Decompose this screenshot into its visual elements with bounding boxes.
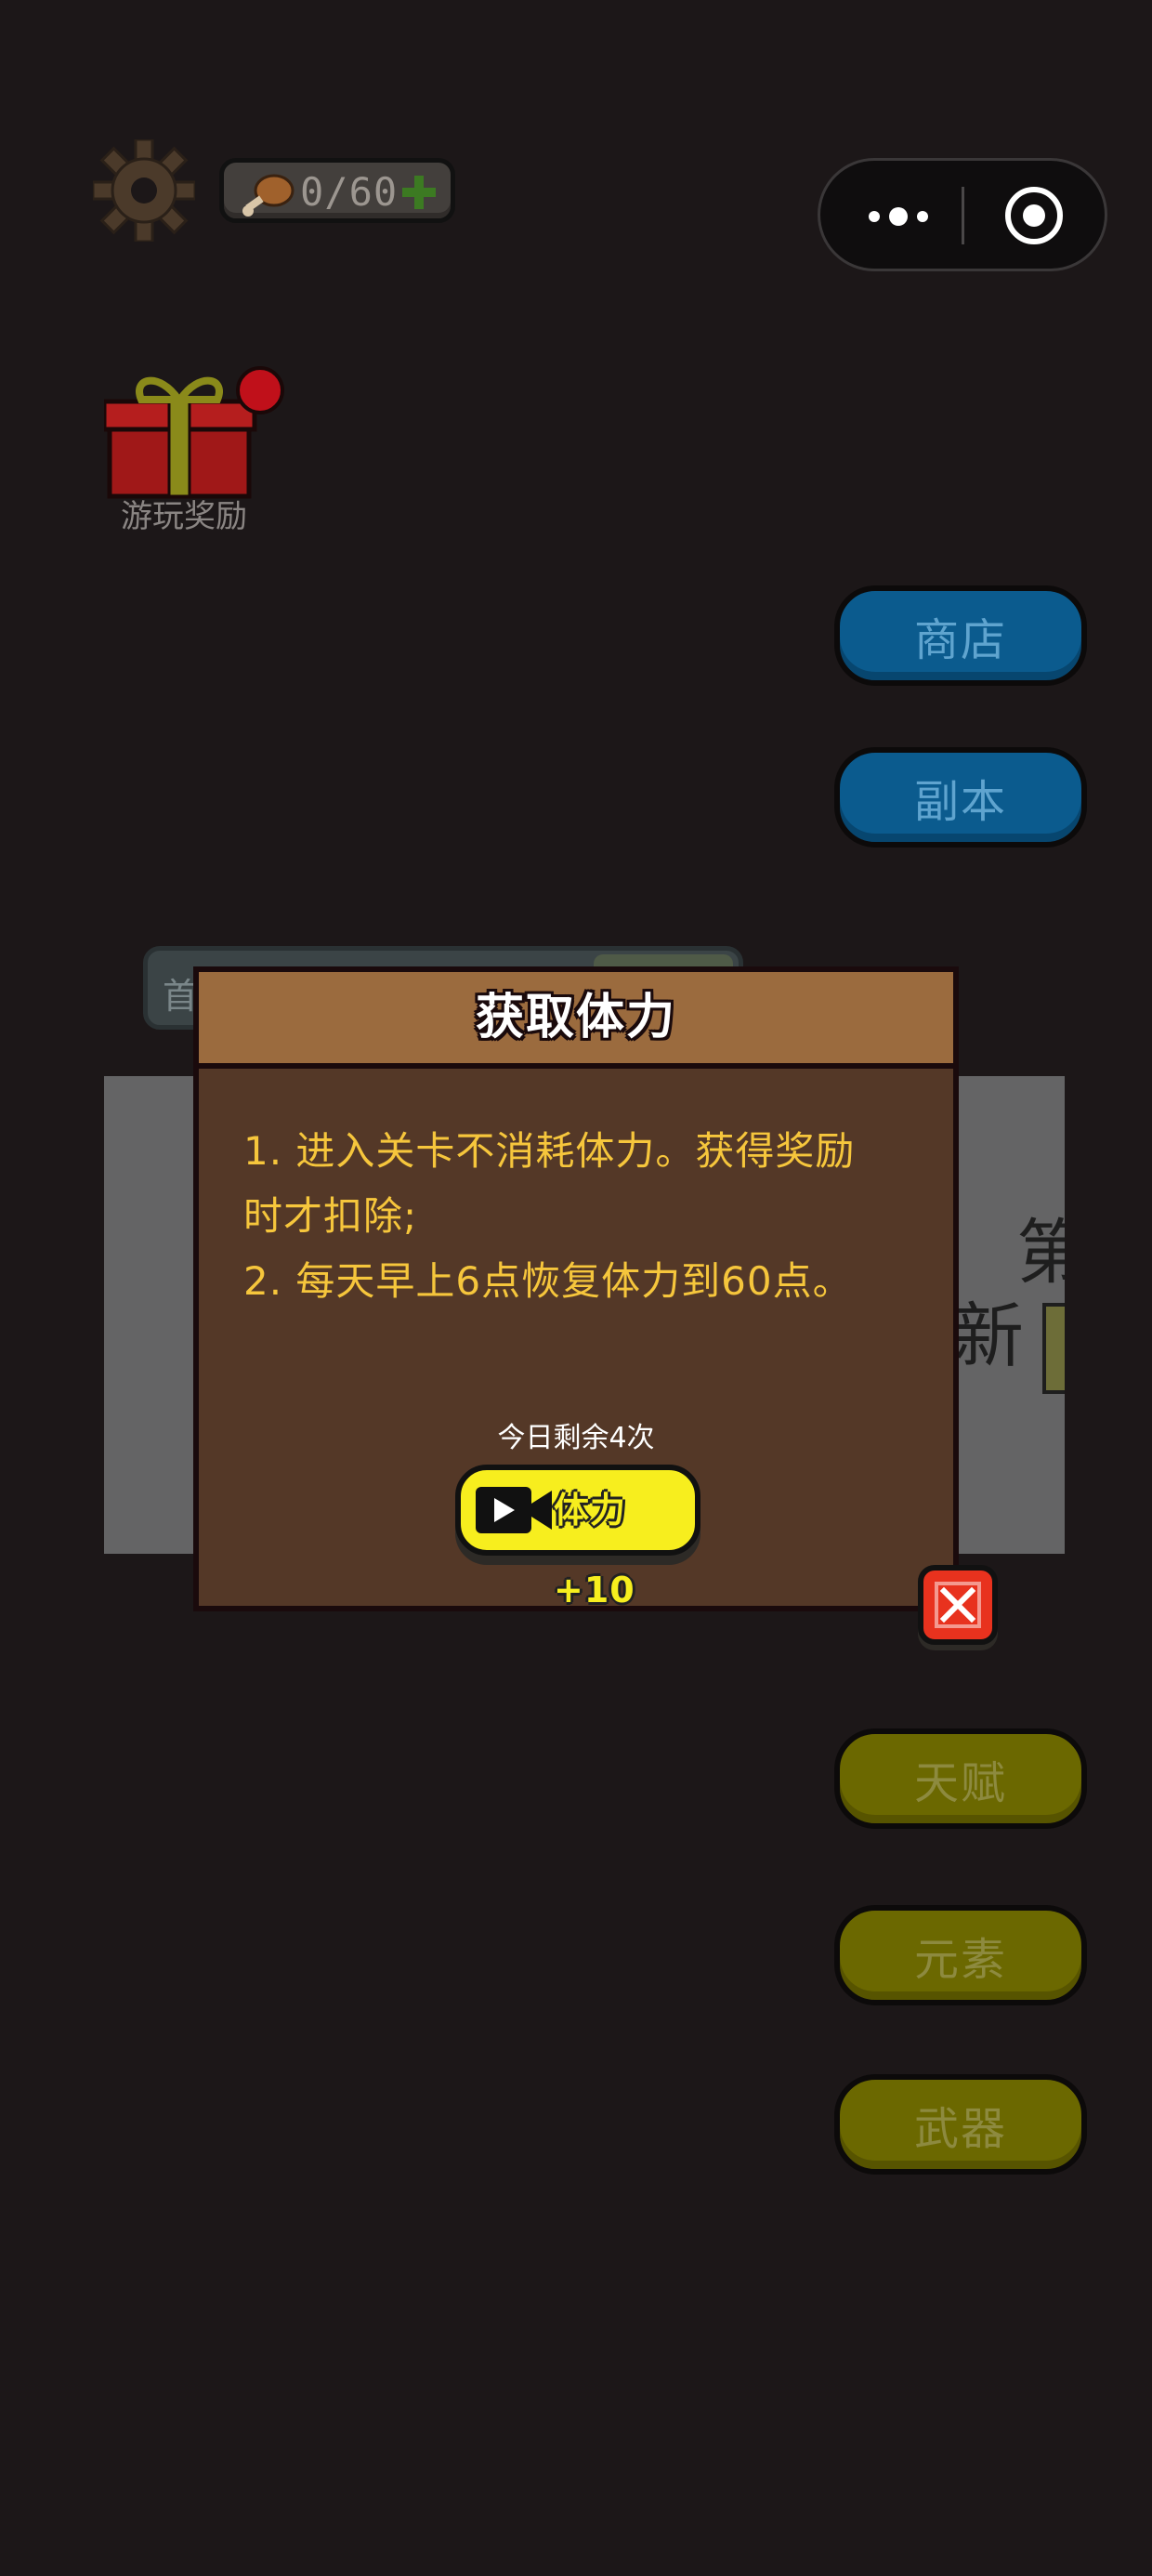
remaining-count: 今日剩余4次	[497, 1422, 655, 1454]
level-card-text-2: 新	[957, 1295, 1024, 1377]
rule-line-1: 1. 进入关卡不消耗体力。获得奖励	[243, 1128, 856, 1174]
element-button[interactable]: 元素	[834, 1905, 1087, 2005]
talent-button[interactable]: 天赋	[834, 1728, 1087, 1829]
shop-button[interactable]: 商店	[834, 585, 1087, 686]
target-circle-icon[interactable]	[1002, 184, 1066, 247]
level-card-right: 第 新	[957, 1076, 1065, 1554]
rule-line-2: 时才扣除;	[243, 1193, 418, 1239]
capsule-divider	[962, 187, 964, 244]
modal-header: 获取体力	[199, 972, 953, 1069]
stamina-modal: 获取体力 1. 进入关卡不消耗体力。获得奖励 时才扣除; 2. 每天早上6点恢复…	[193, 966, 959, 1611]
level-card-tag	[1042, 1303, 1065, 1394]
plus-icon[interactable]	[400, 174, 438, 211]
modal-close-button[interactable]	[918, 1565, 998, 1645]
video-camera-icon	[476, 1487, 552, 1533]
gift-icon[interactable]	[104, 357, 290, 506]
stamina-counter[interactable]: 0/60	[219, 158, 455, 223]
rule-line-3: 2. 每天早上6点恢复体力到60点。	[243, 1258, 853, 1304]
watch-video-button[interactable]: 体力+10	[455, 1465, 700, 1610]
video-button-label: 体力+10	[554, 1490, 635, 1610]
modal-title: 获取体力	[475, 990, 676, 1045]
close-x-icon	[935, 1582, 981, 1628]
gift-label: 游玩奖励	[121, 498, 247, 535]
level-card-text-1: 第	[1016, 1211, 1065, 1294]
gear-icon[interactable]	[93, 139, 195, 242]
stamina-value: 0/60	[300, 169, 399, 215]
dungeon-button[interactable]: 副本	[834, 747, 1087, 848]
drumstick-icon	[242, 174, 295, 217]
weapon-button[interactable]: 武器	[834, 2074, 1087, 2175]
miniprogram-capsule	[818, 158, 1107, 271]
more-dots-icon[interactable]	[861, 198, 936, 235]
